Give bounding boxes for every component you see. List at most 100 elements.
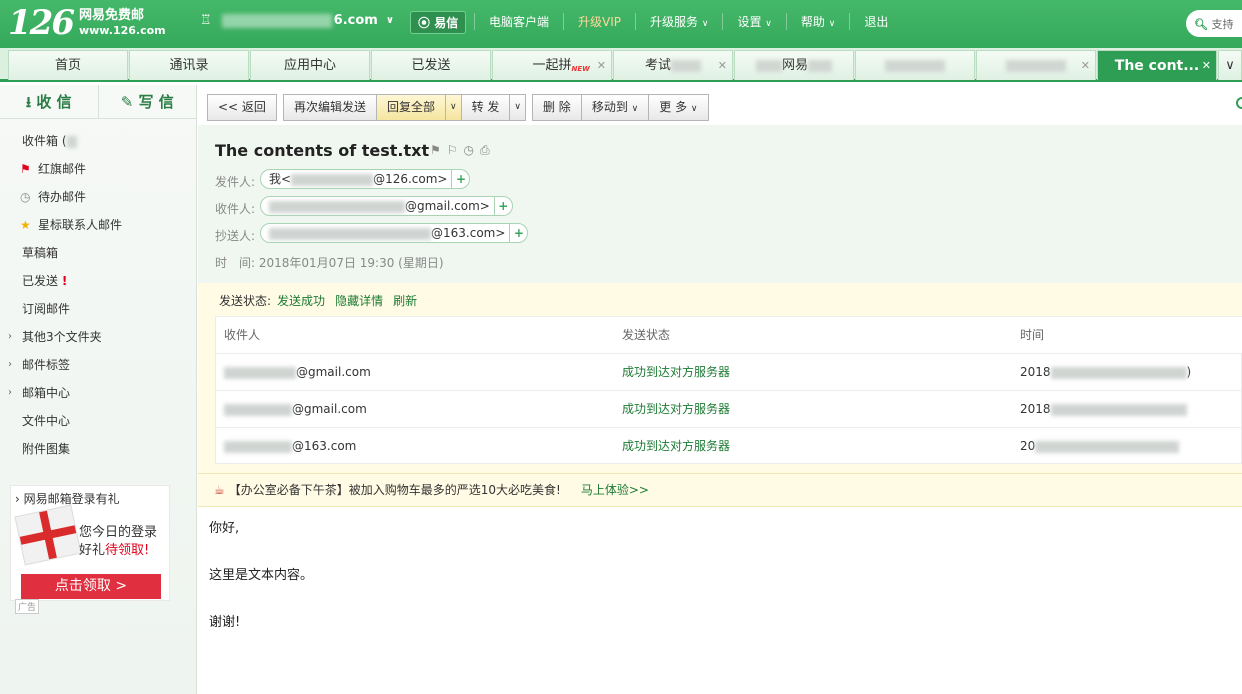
nav-vip[interactable]: 升级VIP [563,13,635,30]
forward-dropdown[interactable]: ∨ [509,94,526,121]
tab-current-mail-label: The cont... [1114,58,1200,74]
recipient-chip[interactable]: @gmail.com> + [260,196,513,216]
nav-settings[interactable]: 设置 ∨ [722,13,785,30]
reply-all-button[interactable]: 回复全部 [375,94,445,121]
login-gift-promo[interactable]: › 网易邮箱登录有礼 您今日的登录 好礼待领取! 点击领取 > 广告 [10,485,170,614]
folder-other-label: 其他3个文件夹 [22,330,102,344]
star-icon: ★ [20,218,31,232]
banner-link[interactable]: 马上体验>> [581,483,649,497]
more-button[interactable]: 更 多 ∨ [648,94,709,121]
write-button[interactable]: ✎ 写 信 [99,85,197,118]
claim-button[interactable]: 点击领取 > [21,574,161,599]
search-input[interactable]: 🔍︎ 支持 [1186,10,1242,37]
add-contact-icon[interactable]: + [509,224,527,242]
folder-subscriptions[interactable]: 订阅邮件 [0,295,196,323]
move-to-label: 移动到 [591,100,628,114]
folder-file-center[interactable]: 文件中心 [0,407,196,435]
move-to-button[interactable]: 移动到 ∨ [580,94,649,121]
folder-drafts[interactable]: 草稿箱 [0,239,196,267]
time-label: 时 间: [215,256,256,270]
folder-inbox-label: 收件箱 ( [22,134,67,148]
nav-upgrade[interactable]: 升级服务 ∨ [635,13,722,30]
folder-file-center-label: 文件中心 [22,414,71,428]
folder-subscriptions-label: 订阅邮件 [22,302,71,316]
row-time-value: 2018 [1020,365,1051,379]
flag-icon[interactable]: ⚐ [447,143,464,157]
close-icon[interactable]: ✕ [1202,51,1211,81]
folder-sent[interactable]: 已发送 ! [0,267,196,295]
folder-todo-label: 待办邮件 [38,190,87,204]
nav-settings-label: 设置 [737,15,762,29]
recipient-mask [224,440,292,453]
tab-netease[interactable]: 网易 [734,50,854,80]
nav-logout[interactable]: 退出 [849,13,902,30]
add-contact-icon[interactable]: + [493,197,512,215]
folder-todo[interactable]: ◷ 待办邮件 [0,183,196,211]
folder-flagged[interactable]: ⚑ 红旗邮件 [0,155,196,183]
folder-attachments[interactable]: 附件图集 [0,435,196,463]
refresh-link[interactable]: 刷新 [393,294,417,308]
promo-line-2a: 好礼 [79,543,106,558]
folder-other[interactable]: › 其他3个文件夹 [0,323,196,351]
tab-home[interactable]: 首页 [8,50,128,80]
tab-exam[interactable]: 考试 ✕ [613,50,733,80]
tab-netease-label: 网易 [781,58,808,73]
receive-button[interactable]: ⭳ 收 信 [0,85,99,118]
close-icon[interactable]: ✕ [1081,51,1090,81]
mail-time: 时 间: 2018年01月07日 19:30 (星期日) [215,254,444,271]
side-toggle-icon[interactable] [1236,97,1242,109]
chevron-down-icon: ∨ [765,19,772,29]
hide-details-link[interactable]: 隐藏详情 [335,294,383,308]
nav-help[interactable]: 帮助 ∨ [785,13,849,30]
tab-apps[interactable]: 应用中心 [250,50,370,80]
reply-dropdown[interactable]: ∨ [444,94,461,121]
row-recipient: @163.com [224,428,356,465]
mail-view: << 返回 再次编辑发送 回复全部 ∨ 转 发 ∨ 删 除 移动到 ∨ 更 多 … [198,85,1242,694]
tab-mask [885,59,945,72]
add-contact-icon[interactable]: + [451,170,469,188]
nav-help-label: 帮助 [800,15,825,29]
row-recipient-domain: @gmail.com [292,402,367,416]
account-menu[interactable]: ♖ 6.com ∨ [200,13,394,28]
sender-domain: @126.com> [373,172,448,186]
more-label: 更 多 [659,100,688,114]
tab-current-mail[interactable]: The cont... ✕ [1097,50,1217,80]
logo[interactable]: 126 网易免费邮 www.126.com [8,6,166,40]
yixin-button[interactable]: ⦿ 易信 [410,11,467,34]
bookmark-icon[interactable]: ⚑ [430,143,447,157]
folder-inbox[interactable]: 收件箱 ( [0,127,196,155]
time-mask [1035,440,1180,453]
tab-group-buy[interactable]: 一起拼 NEW ✕ [492,50,612,80]
folder-mailbox-center[interactable]: › 邮箱中心 [0,379,196,407]
sidebar: ⭳ 收 信 ✎ 写 信 收件箱 ( ⚑ 红旗邮件 ◷ 待办邮件 ★ 星标联系人邮件 草… [0,85,197,694]
close-icon[interactable]: ✕ [597,51,606,81]
print-icon[interactable]: ⎙ [480,143,496,157]
folder-tags[interactable]: › 邮件标签 [0,351,196,379]
tab-sent[interactable]: 已发送 [371,50,491,80]
folder-starred[interactable]: ★ 星标联系人邮件 [0,211,196,239]
tab-overflow[interactable]: ∨ [1218,50,1242,80]
cc-chip[interactable]: @163.com> + [260,223,529,243]
tab-contacts[interactable]: 通讯录 [129,50,249,80]
sender-prefix: 我< [269,172,292,186]
sender-mask [291,173,374,186]
forward-button[interactable]: 转 发 [460,94,510,121]
back-button[interactable]: << 返回 [207,94,277,121]
body-line: 谢谢! [209,615,241,630]
row-state: 成功到达对方服务器 [622,365,731,379]
row-recipient-domain: @163.com [292,439,357,453]
chevron-right-icon: › [8,359,12,370]
folder-attachments-label: 附件图集 [22,442,71,456]
close-icon[interactable]: ✕ [718,51,727,81]
reedit-button[interactable]: 再次编辑发送 [282,94,376,121]
nav-client[interactable]: 电脑客户端 [474,13,563,30]
tab-blurred-1[interactable] [855,50,975,80]
cc-mask [269,227,431,240]
row-state: 成功到达对方服务器 [622,439,731,453]
tab-sent-label: 已发送 [411,58,451,73]
sender-chip[interactable]: 我< @126.com> + [260,169,471,189]
tab-blurred-2[interactable]: ✕ [976,50,1096,80]
clock-icon[interactable]: ◷ [464,143,480,157]
folder-tags-label: 邮件标签 [22,358,71,372]
delete-button[interactable]: 删 除 [531,94,581,121]
